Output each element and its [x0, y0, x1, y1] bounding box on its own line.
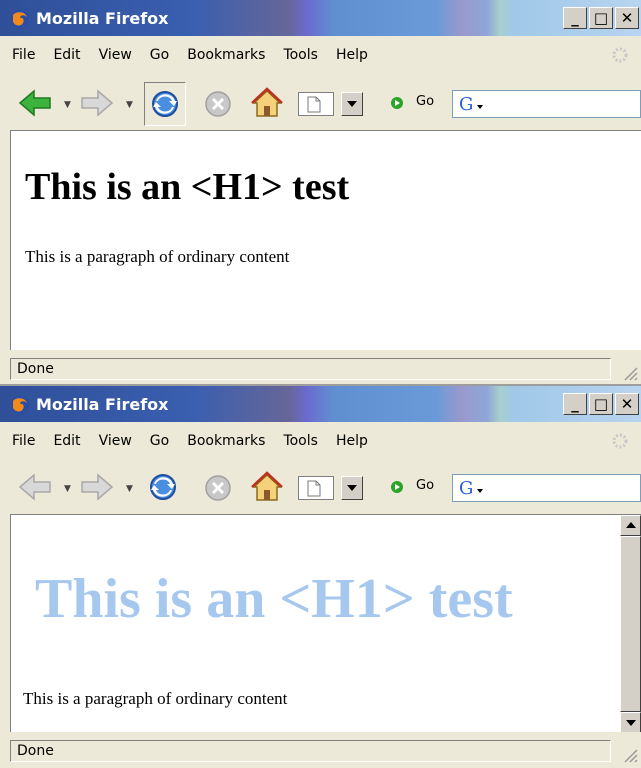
minimize-icon: _ [571, 9, 579, 27]
back-dropdown-icon[interactable]: ▼ [64, 100, 71, 110]
menu-bar: File Edit View Go Bookmarks Tools Help [0, 42, 641, 68]
go-label[interactable]: Go [416, 94, 434, 109]
search-engine-dropdown-icon[interactable] [477, 489, 483, 493]
page-paragraph: This is a paragraph of ordinary content [25, 247, 290, 266]
close-icon: ✕ [620, 9, 634, 27]
page-icon [307, 96, 321, 113]
page-icon-box[interactable] [298, 92, 334, 116]
window-title: Mozilla Firefox [36, 9, 169, 28]
reload-button[interactable] [144, 82, 186, 126]
menu-bookmarks[interactable]: Bookmarks [178, 428, 274, 454]
reload-icon [152, 91, 178, 117]
page-paragraph: This is a paragraph of ordinary content [23, 689, 288, 708]
page-icon [307, 480, 321, 497]
google-search-icon: G [459, 478, 474, 499]
stop-icon[interactable] [204, 90, 232, 118]
minimize-icon: _ [571, 395, 579, 413]
close-button[interactable]: ✕ [615, 7, 639, 29]
status-text: Done [10, 740, 611, 762]
maximize-button[interactable]: □ [589, 7, 613, 29]
close-icon: ✕ [620, 395, 634, 413]
page-content: This is an <H1> test This is a paragraph… [10, 130, 641, 350]
back-dropdown-icon[interactable]: ▼ [64, 484, 71, 494]
chevron-down-icon [347, 101, 357, 107]
page-heading: This is an <H1> test [35, 568, 513, 630]
firefox-logo-icon [11, 10, 29, 28]
menu-file[interactable]: File [0, 42, 44, 68]
menu-edit[interactable]: Edit [44, 428, 89, 454]
menu-edit[interactable]: Edit [44, 42, 89, 68]
forward-arrow-icon[interactable] [80, 88, 114, 118]
throbber-icon [612, 47, 628, 63]
close-button[interactable]: ✕ [615, 393, 639, 415]
status-text: Done [10, 358, 611, 380]
menu-file[interactable]: File [0, 428, 44, 454]
vertical-scrollbar[interactable] [620, 515, 641, 732]
throbber-icon [612, 433, 628, 449]
forward-dropdown-icon[interactable]: ▼ [126, 484, 133, 494]
page-heading: This is an <H1> test [25, 166, 350, 208]
menu-view[interactable]: View [90, 428, 141, 454]
minimize-button[interactable]: _ [563, 393, 587, 415]
url-dropdown-button[interactable] [341, 476, 363, 500]
menu-tools[interactable]: Tools [274, 428, 327, 454]
search-engine-dropdown-icon[interactable] [477, 105, 483, 109]
back-arrow-icon[interactable] [18, 472, 52, 502]
scroll-up-button[interactable] [620, 515, 641, 536]
firefox-window-2: Mozilla Firefox _ □ ✕ File Edit View Go … [0, 384, 641, 768]
back-arrow-icon[interactable] [18, 88, 52, 118]
maximize-button[interactable]: □ [589, 393, 613, 415]
google-search-icon: G [459, 94, 474, 115]
menu-view[interactable]: View [90, 42, 141, 68]
page-icon-box[interactable] [298, 476, 334, 500]
resize-grip-icon[interactable] [619, 362, 639, 382]
menu-help[interactable]: Help [327, 428, 377, 454]
maximize-icon: □ [593, 395, 609, 413]
reload-icon[interactable] [148, 472, 178, 502]
menu-bookmarks[interactable]: Bookmarks [178, 42, 274, 68]
resize-grip-icon[interactable] [619, 744, 639, 764]
chevron-down-icon [347, 485, 357, 491]
menu-bar: File Edit View Go Bookmarks Tools Help [0, 428, 641, 454]
go-label[interactable]: Go [416, 478, 434, 493]
scroll-down-button[interactable] [620, 712, 641, 732]
firefox-window-1: Mozilla Firefox _ □ ✕ File Edit View Go … [0, 0, 641, 384]
window-title: Mozilla Firefox [36, 395, 169, 414]
navigation-toolbar: ▼ ▼ Go G [0, 80, 641, 126]
menu-help[interactable]: Help [327, 42, 377, 68]
url-dropdown-button[interactable] [341, 92, 363, 116]
page-content: This is an <H1> test This is a paragraph… [10, 514, 641, 732]
chevron-down-icon [626, 720, 636, 726]
scrollbar-thumb[interactable] [620, 536, 641, 712]
status-bar: Done [0, 354, 641, 384]
forward-arrow-icon[interactable] [80, 472, 114, 502]
maximize-icon: □ [593, 9, 609, 27]
menu-tools[interactable]: Tools [274, 42, 327, 68]
forward-dropdown-icon[interactable]: ▼ [126, 100, 133, 110]
search-input[interactable]: G [452, 90, 641, 118]
menu-go[interactable]: Go [141, 42, 178, 68]
navigation-toolbar: ▼ ▼ Go G [0, 464, 641, 510]
stop-icon[interactable] [204, 474, 232, 502]
title-bar[interactable]: Mozilla Firefox _ □ ✕ [0, 0, 641, 36]
firefox-logo-icon [11, 396, 29, 414]
menu-go[interactable]: Go [141, 428, 178, 454]
title-bar[interactable]: Mozilla Firefox _ □ ✕ [0, 386, 641, 422]
chevron-up-icon [626, 522, 636, 528]
status-bar: Done [0, 736, 641, 766]
go-icon[interactable] [390, 96, 404, 110]
search-input[interactable]: G [452, 474, 641, 502]
go-icon[interactable] [390, 480, 404, 494]
home-icon[interactable] [250, 86, 284, 120]
minimize-button[interactable]: _ [563, 7, 587, 29]
home-icon[interactable] [250, 470, 284, 504]
